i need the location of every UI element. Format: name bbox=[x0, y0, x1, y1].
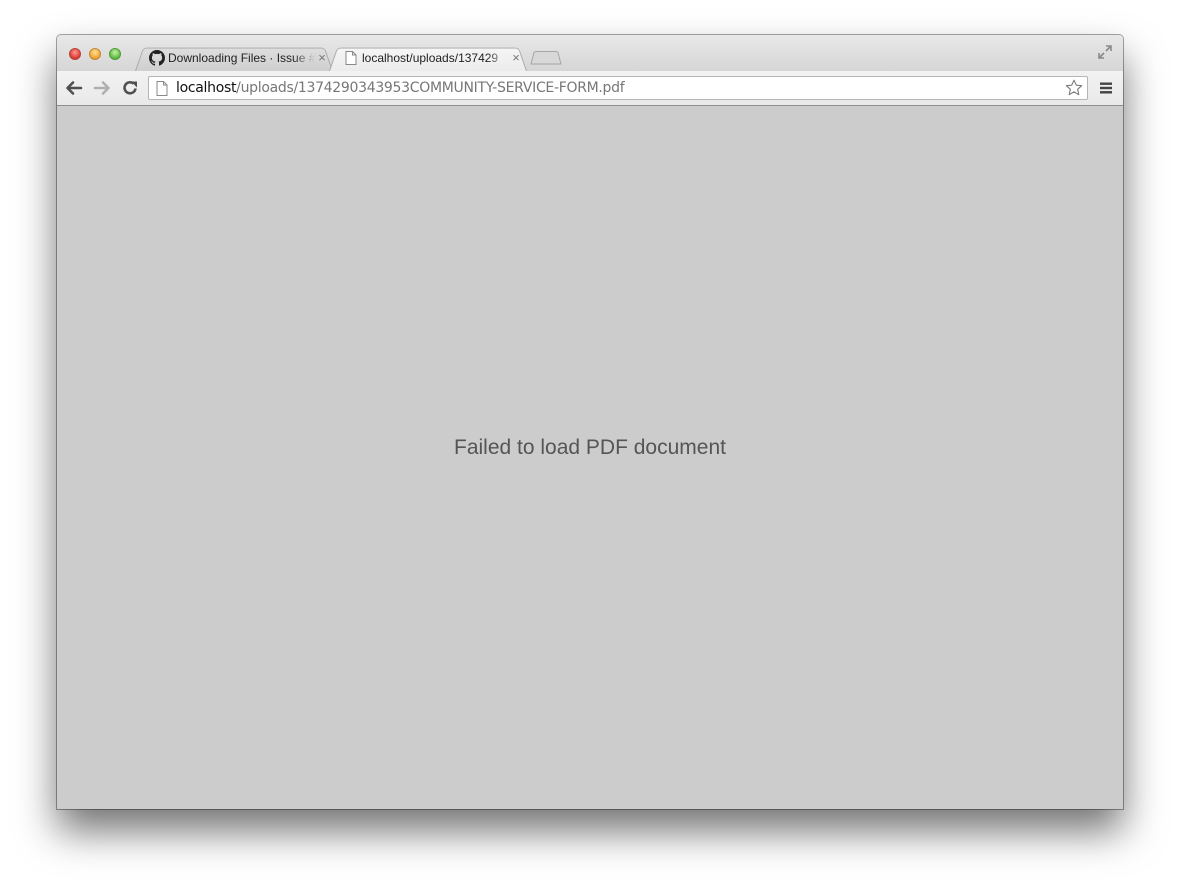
back-button[interactable] bbox=[64, 79, 84, 97]
close-tab-icon[interactable]: × bbox=[509, 45, 523, 71]
url-host: localhost bbox=[176, 80, 237, 96]
error-message: Failed to load PDF document bbox=[454, 436, 726, 459]
pdf-viewer-content: Failed to load PDF document bbox=[57, 106, 1123, 809]
new-tab-button[interactable] bbox=[530, 51, 562, 65]
hamburger-menu-icon[interactable] bbox=[1099, 81, 1113, 95]
tab-title: localhost/uploads/137429 bbox=[362, 51, 499, 65]
reload-icon bbox=[123, 81, 137, 95]
page-icon bbox=[156, 80, 168, 96]
url-path: /uploads/1374290343953COMMUNITY-SERVICE-… bbox=[236, 80, 625, 96]
close-tab-icon[interactable]: × bbox=[315, 45, 329, 71]
tab-downloading-files[interactable]: Downloading Files · Issue # × bbox=[135, 45, 333, 71]
forward-button[interactable] bbox=[92, 79, 112, 97]
zoom-window-button[interactable] bbox=[109, 48, 121, 60]
fullscreen-arrows-icon[interactable] bbox=[1097, 44, 1113, 60]
tab-title: Downloading Files · Issue # bbox=[168, 51, 315, 65]
tab-localhost-pdf[interactable]: localhost/uploads/137429 × bbox=[329, 45, 527, 71]
forward-arrow-icon bbox=[93, 81, 110, 95]
title-bar: Downloading Files · Issue # × localhost/… bbox=[57, 35, 1123, 72]
url-text[interactable]: localhost/uploads/1374290343953COMMUNITY… bbox=[176, 80, 625, 96]
bookmark-star-icon[interactable] bbox=[1065, 79, 1083, 97]
address-bar[interactable]: localhost/uploads/1374290343953COMMUNITY… bbox=[148, 76, 1088, 100]
close-window-button[interactable] bbox=[69, 48, 81, 60]
back-arrow-icon bbox=[66, 81, 83, 95]
browser-window: Downloading Files · Issue # × localhost/… bbox=[57, 35, 1123, 809]
toolbar: localhost/uploads/1374290343953COMMUNITY… bbox=[57, 71, 1123, 106]
reload-button[interactable] bbox=[120, 79, 140, 97]
page-icon bbox=[343, 50, 359, 66]
minimize-window-button[interactable] bbox=[89, 48, 101, 60]
github-icon bbox=[149, 50, 165, 66]
